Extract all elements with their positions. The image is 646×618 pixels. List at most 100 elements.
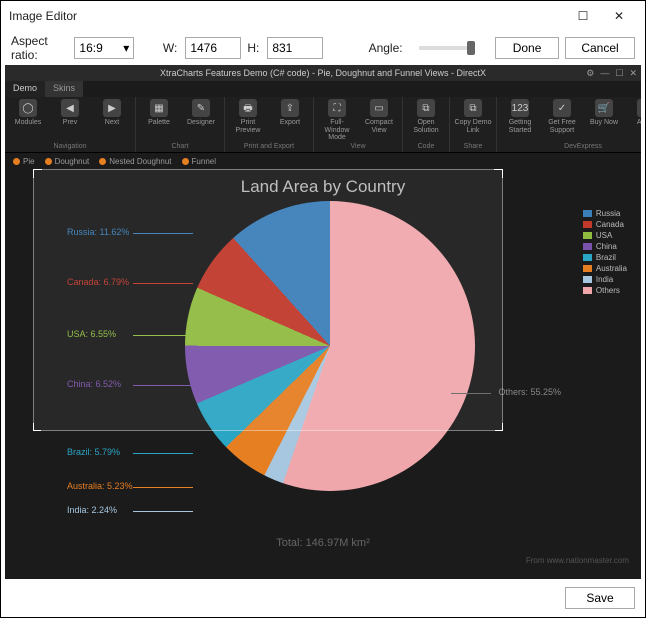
angle-label: Angle:	[369, 41, 403, 55]
aspect-ratio-select[interactable]: 16:9 ▾	[74, 37, 134, 59]
ribbon-item[interactable]: ◯Modules	[9, 99, 47, 127]
pie-slice-label: Australia: 5.23%	[67, 481, 133, 491]
maximize-button[interactable]: ☐	[565, 2, 601, 30]
demo-minimize-icon[interactable]: —	[600, 68, 609, 79]
chart-title: Land Area by Country	[5, 169, 641, 201]
chart-type-tab[interactable]: Nested Doughnut	[99, 157, 171, 166]
preview-area: XtraCharts Features Demo (C# code) - Pie…	[5, 65, 641, 579]
legend-label: Brazil	[596, 253, 616, 262]
ribbon-item[interactable]: 123 Getting Started	[501, 99, 539, 134]
ribbon-icon: ⇪	[281, 99, 299, 117]
ribbon-icon: ⧉	[464, 99, 482, 117]
legend-swatch	[583, 287, 592, 294]
leader-line	[133, 453, 193, 454]
ribbon-group-label: DevExpress	[564, 143, 602, 150]
demo-maximize-icon[interactable]: ☐	[615, 68, 623, 79]
chart-area: Land Area by Country Russia: 11.62%Canad…	[5, 169, 641, 573]
save-button[interactable]: Save	[565, 587, 635, 609]
ribbon-item-label: Getting Started	[501, 119, 539, 134]
demo-close-icon[interactable]: ✕	[629, 68, 637, 79]
angle-slider[interactable]	[419, 46, 476, 50]
ribbon-icon: 🛒	[595, 99, 613, 117]
ribbon-item[interactable]: ⓘAbout	[627, 99, 641, 127]
ribbon-icon: ▦	[150, 99, 168, 117]
chart-type-label: Nested Doughnut	[109, 157, 171, 166]
ribbon-item[interactable]: ✎Designer	[182, 99, 220, 127]
ribbon-icon: ✎	[192, 99, 210, 117]
total-label: Total: 146.97M km²	[5, 537, 641, 549]
ribbon-item[interactable]: ⧉ Copy Demo Link	[454, 99, 492, 134]
legend: RussiaCanadaUSAChinaBrazilAustraliaIndia…	[583, 209, 627, 297]
legend-label: Canada	[596, 220, 624, 229]
chart-type-tabs: Pie Doughnut Nested Doughnut Funnel	[5, 153, 641, 169]
legend-item: USA	[583, 231, 627, 240]
done-button[interactable]: Done	[495, 37, 559, 59]
cancel-button[interactable]: Cancel	[565, 37, 635, 59]
leader-line	[133, 283, 193, 284]
ribbon-group-label: Print and Export	[244, 143, 294, 150]
legend-swatch	[583, 276, 592, 283]
leader-line	[133, 385, 193, 386]
ribbon-item-label: Open Solution	[407, 119, 445, 134]
chart-type-tab[interactable]: Pie	[13, 157, 35, 166]
ribbon-item[interactable]: 🖶Print Preview	[229, 99, 267, 134]
ribbon-item[interactable]: ▶Next	[93, 99, 131, 127]
demo-header-title: XtraCharts Features Demo (C# code) - Pie…	[160, 68, 486, 78]
chevron-down-icon: ▾	[123, 41, 129, 55]
ribbon-item[interactable]: ⧉Open Solution	[407, 99, 445, 134]
pie-chart	[185, 201, 475, 491]
legend-item: China	[583, 242, 627, 251]
ribbon-item[interactable]: ⇪Export	[271, 99, 309, 127]
height-input[interactable]	[267, 37, 323, 59]
legend-swatch	[583, 243, 592, 250]
demo-tabs: Demo Skins	[5, 81, 641, 97]
tab-indicator-icon	[13, 158, 20, 165]
legend-label: USA	[596, 231, 612, 240]
legend-item: India	[583, 275, 627, 284]
legend-swatch	[583, 232, 592, 239]
pie-slice-label: China: 6.52%	[67, 379, 121, 389]
demo-settings-icon[interactable]: ⚙	[586, 68, 594, 79]
ribbon-group: ⛶Full-Window Mode▭Compact View View	[314, 97, 403, 152]
ribbon-icon: ▭	[370, 99, 388, 117]
tab-demo[interactable]: Demo	[5, 81, 45, 97]
tab-skins[interactable]: Skins	[45, 81, 83, 97]
ribbon-group: ◯Modules◀Prev▶NextNavigation	[5, 97, 136, 152]
chart-type-tab[interactable]: Funnel	[182, 157, 216, 166]
ribbon-item[interactable]: 🛒 Buy Now	[585, 99, 623, 127]
legend-item: Others	[583, 286, 627, 295]
chart-type-label: Funnel	[192, 157, 216, 166]
legend-item: Brazil	[583, 253, 627, 262]
ribbon-item-label: Next	[105, 119, 119, 127]
ribbon-icon: 123	[511, 99, 529, 117]
ribbon-group: ⧉ Copy Demo Link Share	[450, 97, 497, 152]
width-input[interactable]	[185, 37, 241, 59]
leader-line	[133, 233, 193, 234]
ribbon-item[interactable]: ✓Get Free Support	[543, 99, 581, 134]
ribbon: ◯Modules◀Prev▶NextNavigation▦Palette✎Des…	[5, 97, 641, 153]
ribbon-item[interactable]: ◀Prev	[51, 99, 89, 127]
pie-slice-label: Canada: 6.79%	[67, 277, 129, 287]
slider-thumb[interactable]	[467, 41, 475, 55]
leader-line	[133, 335, 193, 336]
aspect-ratio-value: 16:9	[79, 41, 102, 55]
ribbon-item[interactable]: ⛶Full-Window Mode	[318, 99, 356, 142]
close-button[interactable]: ✕	[601, 2, 637, 30]
chart-type-tab[interactable]: Doughnut	[45, 157, 90, 166]
legend-swatch	[583, 221, 592, 228]
ribbon-item-label: Buy Now	[590, 119, 618, 127]
ribbon-group: 🖶Print Preview⇪Export Print and Export	[225, 97, 314, 152]
titlebar: Image Editor ☐ ✕	[1, 1, 645, 31]
image-editor-window: Image Editor ☐ ✕ Aspect ratio: 16:9 ▾ W:…	[0, 0, 646, 618]
ribbon-group-label: Share	[464, 143, 483, 150]
tab-indicator-icon	[182, 158, 189, 165]
ribbon-group-label: View	[350, 143, 365, 150]
ribbon-item[interactable]: ▭Compact View	[360, 99, 398, 134]
ribbon-item[interactable]: ▦Palette	[140, 99, 178, 127]
ribbon-item-label: Copy Demo Link	[454, 119, 492, 134]
chart-type-label: Doughnut	[55, 157, 90, 166]
ribbon-icon: ◀	[61, 99, 79, 117]
legend-item: Australia	[583, 264, 627, 273]
legend-label: China	[596, 242, 617, 251]
pie-graphic	[185, 201, 475, 491]
